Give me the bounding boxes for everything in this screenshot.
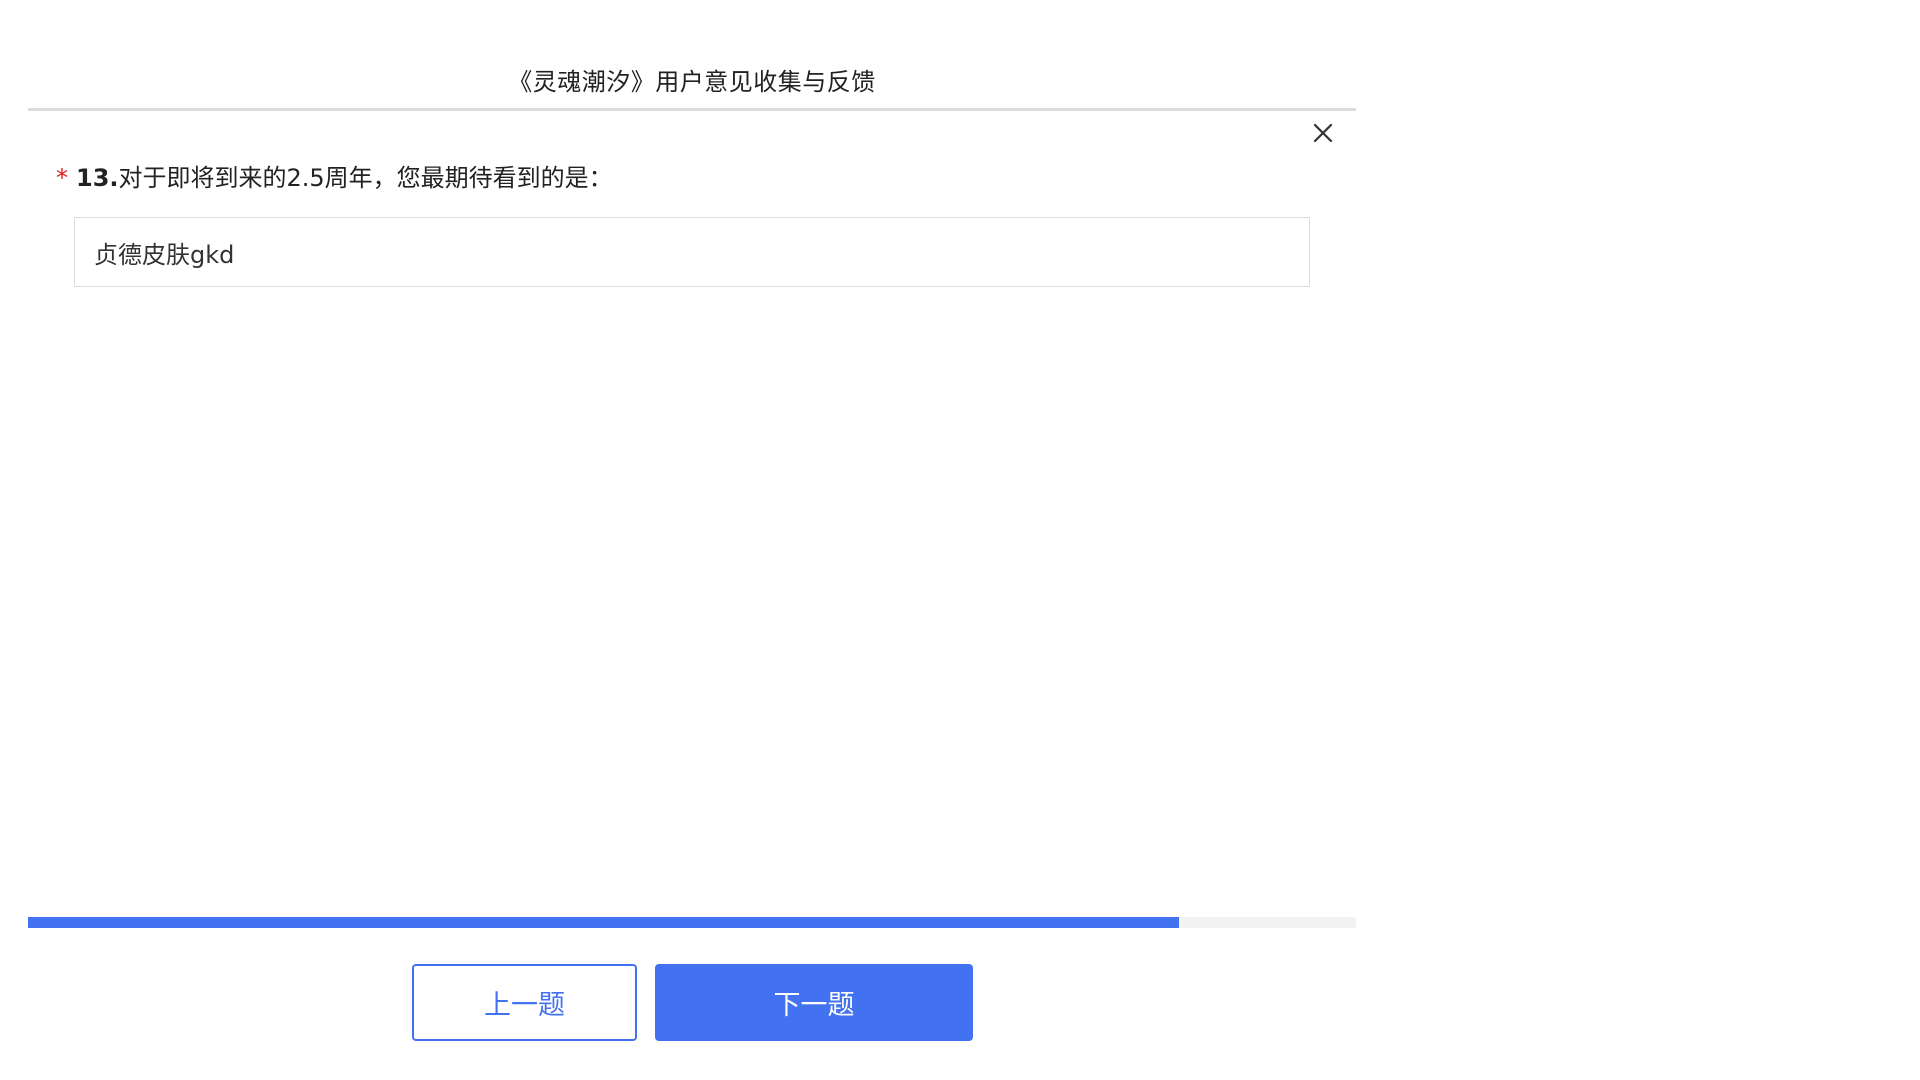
progress-bar (28, 917, 1356, 928)
answer-input[interactable] (75, 218, 1309, 286)
close-icon (1313, 123, 1333, 143)
survey-header: 《灵魂潮汐》用户意见收集与反馈 (28, 56, 1356, 111)
question-number: 13. (76, 164, 119, 192)
answer-field (74, 217, 1310, 287)
next-question-button[interactable]: 下一题 (655, 964, 973, 1041)
question-title: * 13.对于即将到来的2.5周年，您最期待看到的是： (56, 158, 613, 193)
close-button[interactable] (1308, 118, 1338, 148)
survey-container: 《灵魂潮汐》用户意见收集与反馈 * 13.对于即将到来的2.5周年，您最期待看到的… (28, 0, 1356, 1080)
progress-bar-fill (28, 917, 1180, 928)
survey-title: 《灵魂潮汐》用户意见收集与反馈 (508, 68, 876, 96)
question-text: 对于即将到来的2.5周年，您最期待看到的是： (118, 164, 613, 192)
required-mark: * (56, 164, 68, 192)
prev-question-button[interactable]: 上一题 (412, 964, 637, 1041)
